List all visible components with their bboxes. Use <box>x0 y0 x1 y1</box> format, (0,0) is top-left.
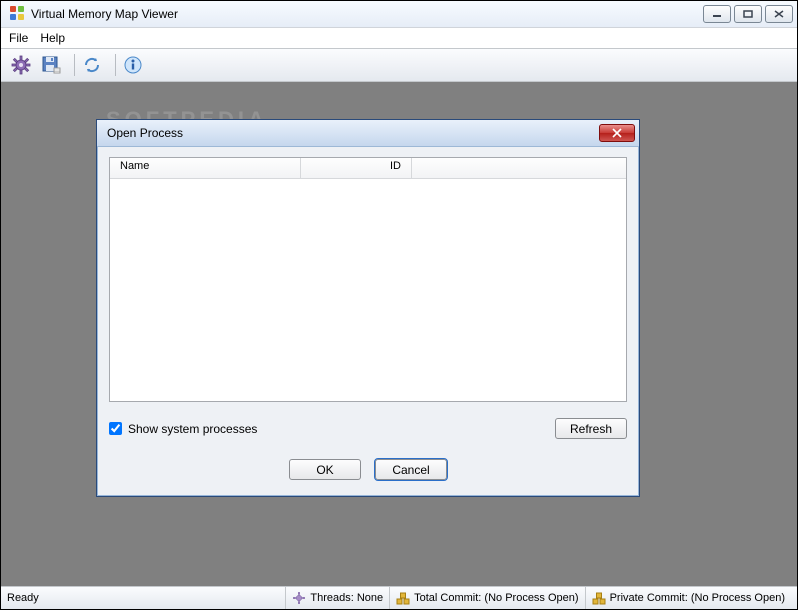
status-ready: Ready <box>7 592 285 604</box>
gear-icon[interactable] <box>9 53 33 77</box>
dialog-title: Open Process <box>107 126 599 140</box>
status-threads: Threads: None <box>285 587 389 609</box>
menu-bar: File Help <box>1 28 797 48</box>
status-bar: Ready Threads: None Total Commit: (No Pr… <box>1 586 797 609</box>
main-window: Virtual Memory Map Viewer File Help <box>0 0 798 610</box>
toolbar-separator <box>115 54 116 76</box>
save-icon[interactable] <box>39 53 63 77</box>
maximize-button[interactable] <box>734 5 762 23</box>
column-name[interactable]: Name <box>110 158 301 178</box>
refresh-button[interactable]: Refresh <box>555 418 627 439</box>
column-id[interactable]: ID <box>301 158 412 178</box>
content-area: SOFTPEDIA www.softpedia.com Open Process… <box>1 82 797 586</box>
app-icon <box>9 5 25 24</box>
list-header: Name ID <box>110 158 626 179</box>
window-title: Virtual Memory Map Viewer <box>31 7 700 21</box>
dialog-close-button[interactable] <box>599 124 635 142</box>
minimize-button[interactable] <box>703 5 731 23</box>
close-button[interactable] <box>765 5 793 23</box>
toolbar <box>1 48 797 82</box>
dialog-body: Name ID Show system processes Refresh OK… <box>97 147 639 496</box>
ok-button[interactable]: OK <box>289 459 361 480</box>
status-total-commit: Total Commit: (No Process Open) <box>389 587 584 609</box>
cancel-button[interactable]: Cancel <box>375 459 447 480</box>
info-icon[interactable] <box>121 53 145 77</box>
menu-file[interactable]: File <box>9 31 28 45</box>
show-system-label: Show system processes <box>128 422 257 436</box>
show-system-checkbox[interactable]: Show system processes <box>109 422 257 436</box>
open-process-dialog: Open Process Name ID Show system process… <box>96 119 640 497</box>
toolbar-separator <box>74 54 75 76</box>
title-bar: Virtual Memory Map Viewer <box>1 1 797 28</box>
refresh-icon[interactable] <box>80 53 104 77</box>
show-system-checkbox-input[interactable] <box>109 422 122 435</box>
dialog-title-bar: Open Process <box>97 120 639 147</box>
status-private-commit: Private Commit: (No Process Open) <box>585 587 791 609</box>
process-list[interactable]: Name ID <box>109 157 627 402</box>
menu-help[interactable]: Help <box>40 31 65 45</box>
